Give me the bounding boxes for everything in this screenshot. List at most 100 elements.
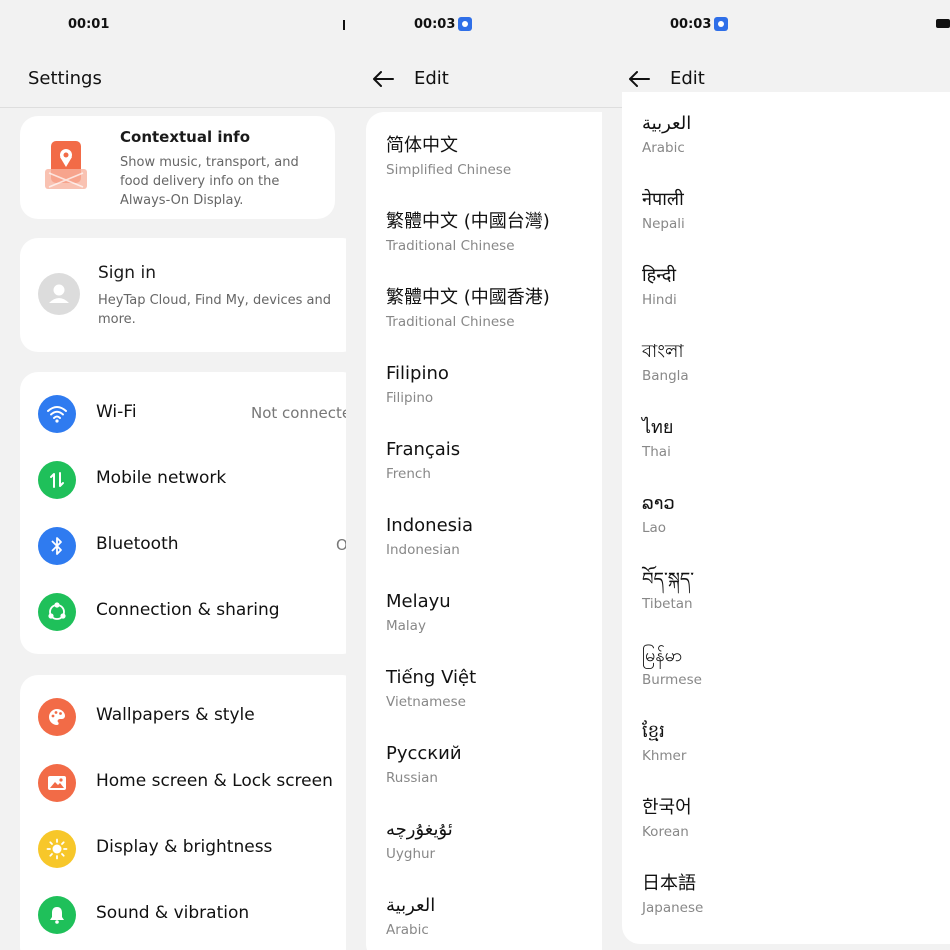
status-bar: 00:03	[602, 0, 950, 50]
language-item[interactable]: Melayu Malay	[386, 590, 451, 666]
status-time: 00:03	[414, 17, 456, 32]
language-edit-panel-2: 00:03 Edit العربية Arabic नेपाली Nepali हिन्…	[602, 0, 950, 950]
language-english-name: Lao	[642, 520, 667, 536]
sound-vibration-label: Sound & vibration	[96, 903, 250, 923]
language-native-name: မြန်မာ	[642, 645, 683, 666]
battery-icon	[936, 19, 950, 28]
language-native-name: ไทย	[642, 417, 674, 438]
language-english-name: Thai	[642, 444, 671, 460]
home-lock-screen-label: Home screen & Lock screen	[96, 771, 333, 791]
sign-in-card[interactable]: Sign in HeyTap Cloud, Find My, devices a…	[20, 238, 346, 352]
settings-item-home-lock-screen[interactable]: Home screen & Lock screen	[20, 750, 346, 816]
language-english-name: Uyghur	[386, 846, 436, 862]
language-english-name: Hindi	[642, 292, 677, 308]
settings-item-sound-vibration[interactable]: Sound & vibration	[20, 882, 346, 948]
language-native-name: العربية	[642, 113, 692, 134]
contextual-info-description: Show music, transport, and food delivery…	[120, 155, 299, 208]
language-edit-panel-1: 00:03 Edit 简体中文 Simplified Chinese 繁體中文 (中…	[346, 0, 602, 950]
language-item[interactable]: བོད་སྐད་ Tibetan	[642, 568, 694, 644]
sign-in-description: HeyTap Cloud, Find My, devices and more.	[98, 293, 332, 327]
page-title: Edit	[670, 68, 705, 89]
settings-item-mobile-network[interactable]: Mobile network	[20, 447, 346, 513]
mobile-network-label: Mobile network	[96, 468, 227, 488]
wifi-icon	[38, 395, 76, 433]
language-english-name: Korean	[642, 824, 689, 840]
settings-item-bluetooth[interactable]: Bluetooth O	[20, 513, 346, 579]
status-time: 00:03	[670, 17, 712, 32]
bell-icon	[38, 896, 76, 934]
language-native-name: ລາວ	[642, 493, 675, 514]
language-native-name: 繁體中文 (中國台灣)	[386, 211, 550, 232]
wifi-label: Wi-Fi	[96, 402, 137, 422]
language-native-name: Filipino	[386, 363, 449, 384]
contextual-info-icon	[45, 141, 87, 191]
bluetooth-status: O	[336, 536, 346, 554]
language-item[interactable]: বাংলা Bangla	[642, 340, 689, 416]
back-arrow-icon[interactable]	[628, 70, 650, 88]
language-item[interactable]: 한국어 Korean	[642, 796, 692, 872]
mobile-network-icon	[38, 461, 76, 499]
language-native-name: ខ្មែរ	[642, 721, 665, 742]
edit-header: Edit	[346, 50, 602, 108]
language-item[interactable]: ไทย Thai	[642, 416, 673, 492]
language-english-name: Khmer	[642, 748, 687, 764]
language-native-name: Tiếng Việt	[386, 667, 477, 688]
language-item[interactable]: العربية Arabic	[642, 112, 691, 188]
language-native-name: 日本語	[642, 873, 696, 894]
language-item[interactable]: العربية Arabic	[386, 894, 435, 950]
language-item[interactable]: 繁體中文 (中國台灣) Traditional Chinese	[386, 210, 550, 286]
personalization-settings-card: Wallpapers & style Home screen & Lock sc…	[20, 675, 346, 950]
language-native-name: हिन्दी	[642, 265, 677, 286]
settings-item-wallpapers-style[interactable]: Wallpapers & style	[20, 684, 346, 750]
settings-notification-icon	[714, 17, 728, 31]
language-item[interactable]: ລາວ Lao	[642, 492, 675, 568]
wifi-status: Not connecte	[251, 404, 346, 422]
status-bar: 00:01	[0, 0, 346, 50]
settings-panel: 00:01 Settings Contextual info Show musi…	[0, 0, 346, 950]
settings-notification-icon	[458, 17, 472, 31]
language-item[interactable]: 简体中文 Simplified Chinese	[386, 134, 511, 210]
wallpapers-style-label: Wallpapers & style	[96, 705, 255, 725]
sign-in-title: Sign in	[98, 263, 156, 283]
language-english-name: Filipino	[386, 390, 434, 406]
person-icon	[49, 284, 69, 303]
language-item[interactable]: ខ្មែរ Khmer	[642, 720, 686, 796]
language-native-name: Indonesia	[386, 515, 474, 536]
palette-icon	[38, 698, 76, 736]
language-english-name: Nepali	[642, 216, 685, 232]
settings-item-wifi[interactable]: Wi-Fi Not connecte	[20, 381, 346, 447]
language-english-name: Russian	[386, 770, 438, 786]
sun-icon	[38, 830, 76, 868]
language-english-name: Malay	[386, 618, 426, 634]
language-english-name: Simplified Chinese	[386, 162, 512, 178]
avatar	[38, 273, 80, 315]
language-native-name: 한국어	[642, 797, 692, 818]
settings-item-display-brightness[interactable]: Display & brightness	[20, 816, 346, 882]
settings-item-connection-sharing[interactable]: Connection & sharing	[20, 579, 346, 645]
connection-sharing-label: Connection & sharing	[96, 600, 280, 620]
language-item[interactable]: Русский Russian	[386, 742, 462, 818]
language-english-name: Traditional Chinese	[386, 238, 515, 254]
language-item[interactable]: ئۇيغۇرچە Uyghur	[386, 818, 453, 894]
language-english-name: Tibetan	[642, 596, 693, 612]
language-item[interactable]: Français French	[386, 438, 460, 514]
language-item[interactable]: Filipino Filipino	[386, 362, 449, 438]
language-list: 简体中文 Simplified Chinese 繁體中文 (中國台灣) Traditi…	[366, 112, 602, 950]
language-native-name: ئۇيغۇرچە	[386, 819, 453, 840]
language-item[interactable]: မြန်မာ Burmese	[642, 644, 702, 720]
language-item[interactable]: Tiếng Việt Vietnamese	[386, 666, 476, 742]
display-brightness-label: Display & brightness	[96, 837, 273, 857]
back-arrow-icon[interactable]	[372, 70, 394, 88]
status-bar: 00:03	[346, 0, 602, 50]
language-item[interactable]: नेपाली Nepali	[642, 188, 685, 264]
language-native-name: Français	[386, 439, 461, 460]
language-item[interactable]: हिन्दी Hindi	[642, 264, 677, 340]
network-settings-card: Wi-Fi Not connecte Mobile network Blueto…	[20, 372, 346, 654]
language-native-name: नेपाली	[642, 189, 684, 210]
contextual-info-title: Contextual info	[120, 128, 250, 146]
contextual-info-card[interactable]: Contextual info Show music, transport, a…	[20, 116, 335, 219]
language-english-name: Vietnamese	[386, 694, 466, 710]
language-item[interactable]: 日本語 Japanese	[642, 872, 703, 948]
language-item[interactable]: Indonesia Indonesian	[386, 514, 473, 590]
language-item[interactable]: 繁體中文 (中國香港) Traditional Chinese	[386, 286, 550, 362]
